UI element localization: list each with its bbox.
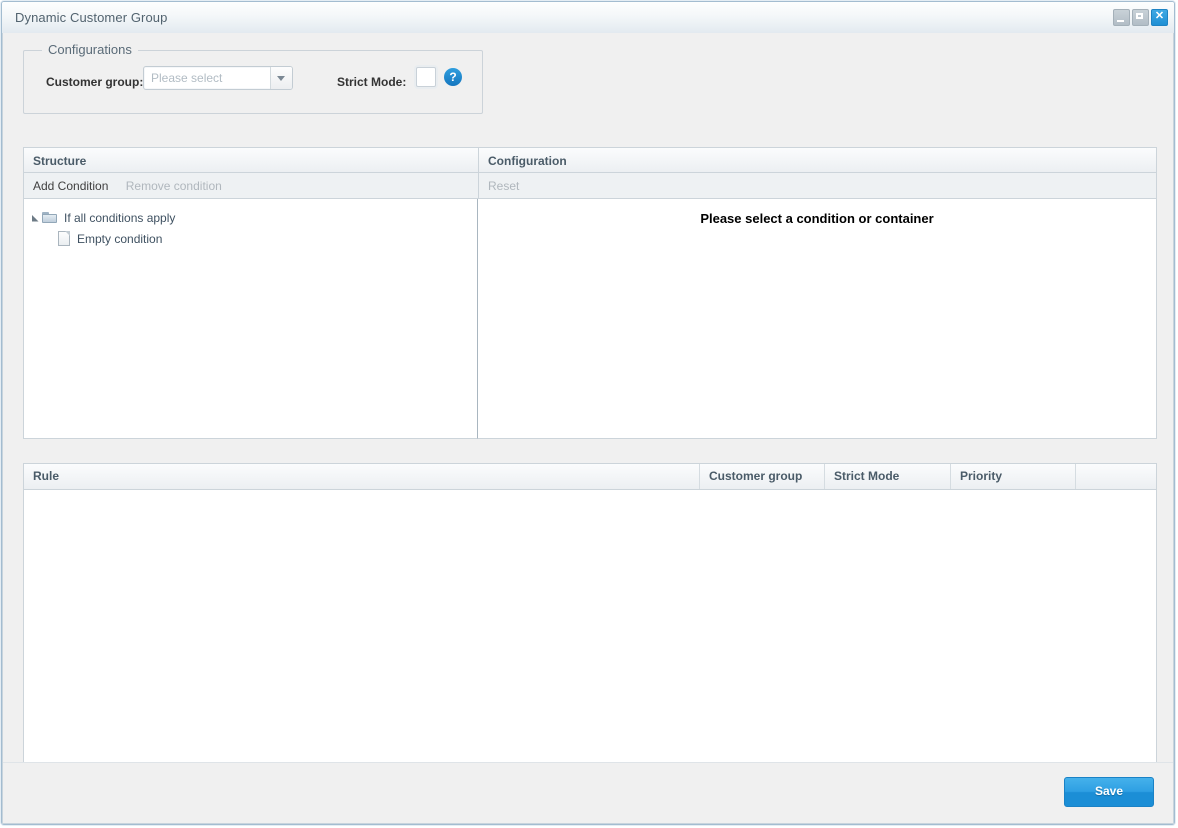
- rule-grid: Rule Customer group Strict Mode Priority: [23, 463, 1157, 793]
- add-condition-button[interactable]: Add Condition: [33, 179, 108, 193]
- title-bar: Dynamic Customer Group ✕: [2, 2, 1174, 34]
- save-button[interactable]: Save: [1064, 777, 1154, 807]
- condition-tree: If all conditions apply Empty condition: [24, 199, 477, 249]
- application-window: Dynamic Customer Group ✕ Configurations …: [1, 1, 1175, 825]
- tree-node-label: Empty condition: [77, 231, 163, 246]
- tree-node-condition[interactable]: Empty condition: [29, 228, 477, 249]
- configuration-toolbar: Reset: [479, 173, 1156, 198]
- panel-headers: Structure Configuration: [23, 147, 1157, 173]
- folder-icon: [42, 211, 58, 224]
- rule-grid-header: Rule Customer group Strict Mode Priority: [24, 464, 1156, 490]
- chevron-down-icon[interactable]: [270, 67, 292, 89]
- structure-tree-panel: If all conditions apply Empty condition: [23, 199, 478, 439]
- footer-bar: Save: [3, 762, 1173, 823]
- configurations-legend: Configurations: [42, 42, 138, 57]
- customer-group-select[interactable]: Please select: [143, 66, 293, 90]
- minimize-button[interactable]: [1113, 9, 1130, 26]
- tree-node-label: If all conditions apply: [64, 210, 176, 225]
- document-icon: [58, 231, 70, 246]
- rule-grid-body: [24, 490, 1156, 793]
- column-header-strict-mode[interactable]: Strict Mode: [825, 464, 951, 489]
- help-icon[interactable]: ?: [444, 68, 462, 86]
- strict-mode-checkbox[interactable]: [416, 67, 436, 87]
- close-button[interactable]: ✕: [1151, 9, 1168, 26]
- panel-toolbars: Add Condition Remove condition Reset: [23, 173, 1157, 199]
- strict-mode-label: Strict Mode:: [337, 75, 407, 89]
- column-header-customer-group[interactable]: Customer group: [700, 464, 825, 489]
- maximize-button[interactable]: [1132, 9, 1149, 26]
- remove-condition-button[interactable]: Remove condition: [126, 179, 222, 193]
- reset-button[interactable]: Reset: [488, 179, 519, 193]
- configuration-empty-message: Please select a condition or container: [700, 211, 934, 226]
- panel-bodies: If all conditions apply Empty condition …: [23, 199, 1157, 439]
- configuration-detail-panel: Please select a condition or container: [478, 199, 1157, 439]
- window-title: Dynamic Customer Group: [15, 10, 168, 25]
- window-controls: ✕: [1113, 9, 1168, 26]
- structure-configuration-panels: Structure Configuration Add Condition Re…: [23, 147, 1157, 441]
- customer-group-label: Customer group:: [46, 75, 144, 89]
- tree-node-container[interactable]: If all conditions apply: [29, 207, 477, 228]
- customer-group-placeholder: Please select: [151, 71, 223, 85]
- structure-panel-header: Structure: [24, 148, 479, 172]
- structure-toolbar: Add Condition Remove condition: [24, 173, 479, 198]
- column-header-priority[interactable]: Priority: [951, 464, 1076, 489]
- configurations-fieldset: Configurations Customer group: Please se…: [23, 42, 483, 114]
- column-header-actions[interactable]: [1076, 464, 1156, 489]
- column-header-rule[interactable]: Rule: [24, 464, 700, 489]
- configuration-panel-header: Configuration: [488, 154, 567, 168]
- window-body: Configurations Customer group: Please se…: [2, 33, 1174, 824]
- chevron-down-icon[interactable]: [29, 212, 41, 224]
